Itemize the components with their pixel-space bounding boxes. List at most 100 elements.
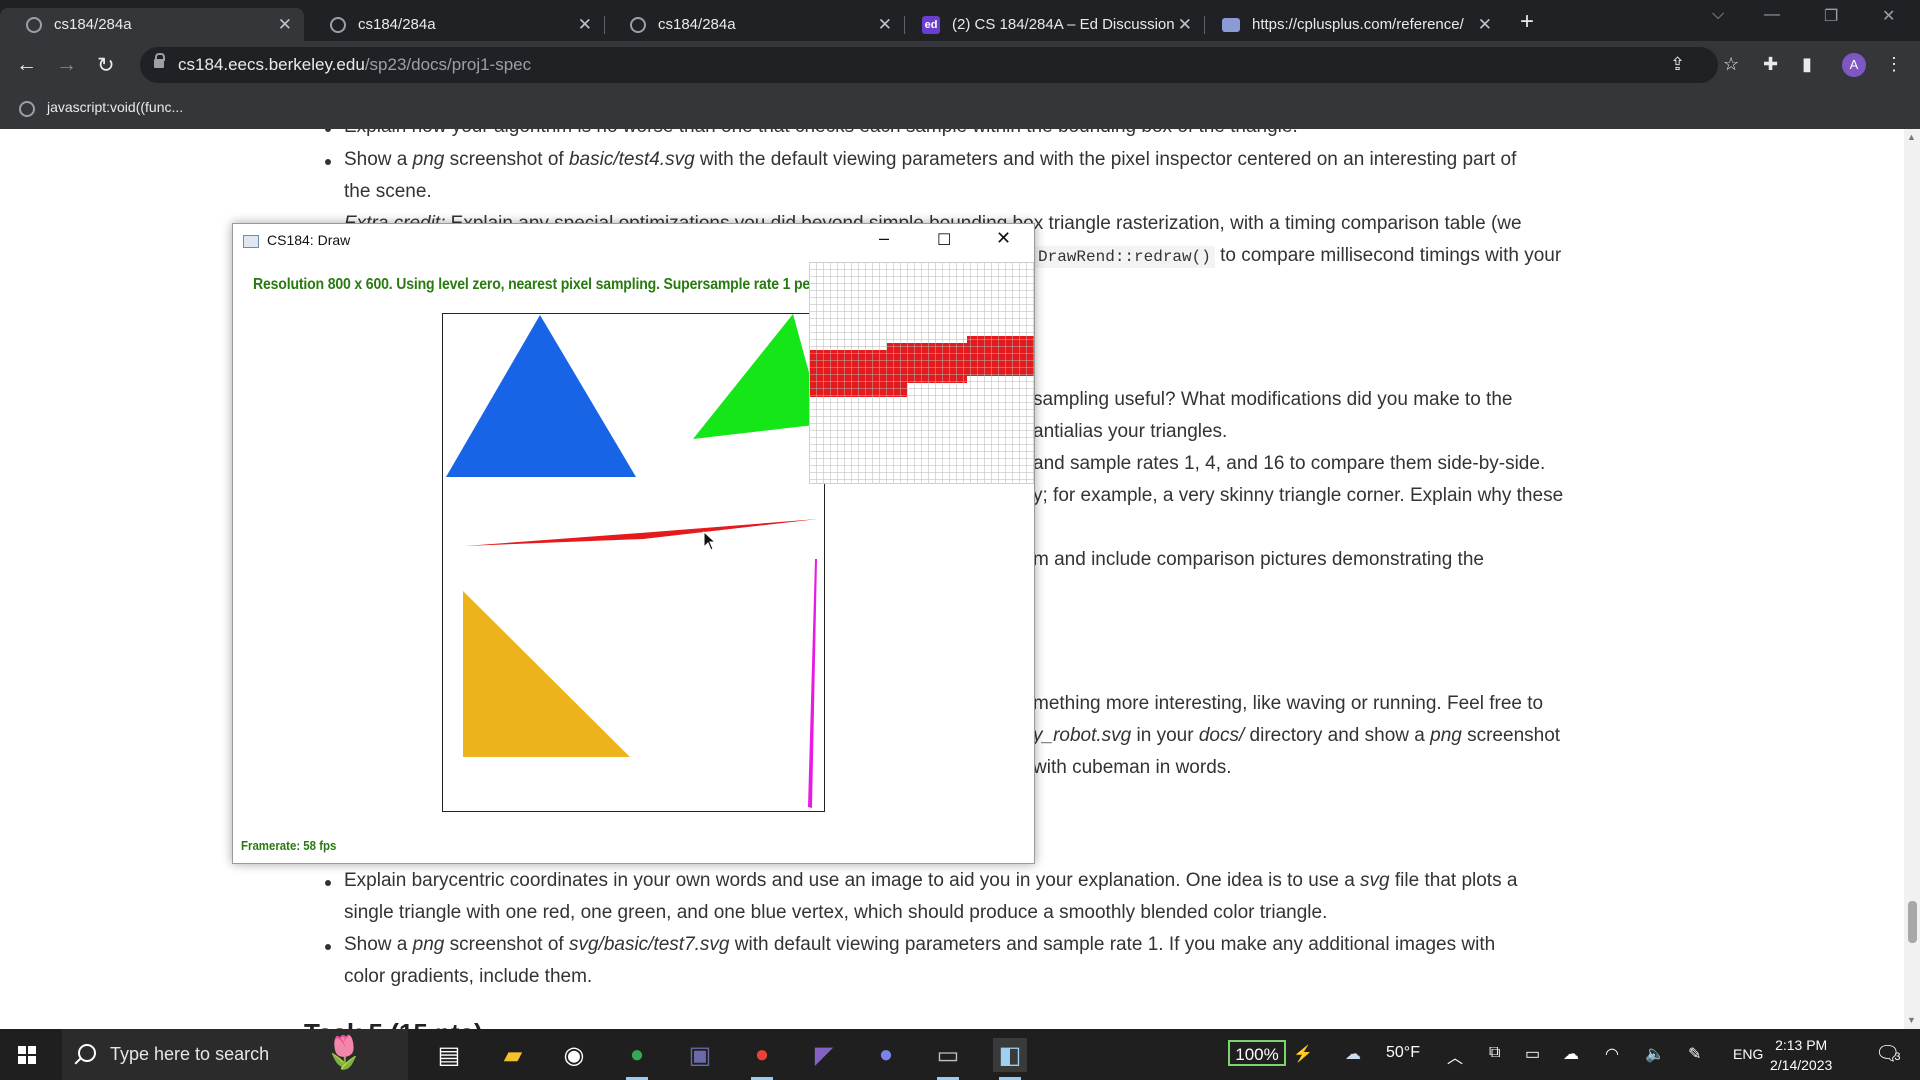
close-window-icon[interactable]: ✕ <box>1882 6 1895 26</box>
tab-label: https://cplusplus.com/reference/ <box>1252 16 1464 33</box>
text-line: sampling useful? What modifications did … <box>1033 389 1513 410</box>
address-bar[interactable]: cs184.eecs.berkeley.edu/sp23/docs/proj1-… <box>140 47 1739 83</box>
text: screenshot of <box>444 934 569 955</box>
text-line: with cubeman in words. <box>1033 757 1232 778</box>
bullet <box>325 159 331 165</box>
tab-search-icon[interactable]: ⌵ <box>1712 6 1724 24</box>
close-icon[interactable]: ✕ <box>1178 15 1192 35</box>
text: with the default viewing parameters and … <box>694 149 1517 170</box>
avatar[interactable]: A <box>1842 53 1866 77</box>
side-panel-icon[interactable]: ▮ <box>1802 54 1812 75</box>
terminal-icon[interactable]: ▭ <box>931 1038 965 1080</box>
framerate-label: Framerate: 58 fps <box>241 838 337 853</box>
bullet <box>325 944 331 950</box>
tab-1[interactable]: cs184/284a ✕ <box>0 8 304 41</box>
weather-temp[interactable]: 50°F <box>1386 1044 1420 1062</box>
tab-bar: cs184/284a ✕ cs184/284a ✕ cs184/284a ✕ e… <box>0 0 1920 41</box>
text: screenshot <box>1461 725 1561 746</box>
tab-5[interactable]: https://cplusplus.com/reference/ ✕ <box>1204 8 1504 41</box>
text-line: y_robot.svg in your docs/ directory and … <box>1033 725 1560 747</box>
restore-icon[interactable]: ❐ <box>1824 6 1838 26</box>
windows-start-icon[interactable] <box>18 1046 37 1065</box>
draw-window-titlebar[interactable]: CS184: Draw – ☐ ✕ <box>233 224 1034 256</box>
tab-4[interactable]: ed (2) CS 184/284A – Ed Discussion ✕ <box>904 8 1204 41</box>
steam-icon[interactable]: ◉ <box>557 1038 591 1072</box>
mouse-cursor-icon <box>703 531 717 551</box>
rendered-scene <box>446 314 823 808</box>
volume-icon[interactable]: 🔈 <box>1645 1044 1665 1064</box>
text-line: single triangle with one red, one green,… <box>344 902 1328 923</box>
chrome-profile-icon[interactable]: ● <box>745 1038 779 1080</box>
tab-label: cs184/284a <box>54 16 132 33</box>
text-line: antialias your triangles. <box>1033 421 1228 442</box>
share-icon[interactable]: ⇪ <box>1670 54 1685 75</box>
reload-icon[interactable]: ↻ <box>97 53 115 78</box>
close-icon[interactable]: ✕ <box>996 228 1011 249</box>
scroll-thumb[interactable] <box>1908 901 1917 943</box>
notifications-icon[interactable]: 🗨3 <box>1875 1041 1901 1066</box>
file-name: svg/basic/test7.svg <box>568 934 730 955</box>
text-italic: png <box>1430 725 1462 746</box>
plug-icon: ⚡ <box>1293 1046 1313 1063</box>
close-icon[interactable]: ✕ <box>578 15 592 35</box>
maximize-icon[interactable]: ☐ <box>937 230 951 250</box>
draw-app-icon[interactable]: ◧ <box>993 1038 1027 1080</box>
green-triangle <box>693 314 823 439</box>
visual-studio-icon[interactable]: ◤ <box>807 1038 841 1072</box>
pen-icon[interactable]: ✎ <box>1688 1044 1701 1064</box>
draw-window[interactable]: CS184: Draw – ☐ ✕ Resolution 800 x 600. … <box>232 223 1035 864</box>
menu-icon[interactable]: ⋮ <box>1885 54 1903 75</box>
battery-indicator[interactable]: 100% <box>1228 1040 1286 1066</box>
text-italic: png <box>412 149 445 170</box>
taskbar-search-input[interactable]: Type here to search 🌷 <box>62 1029 408 1080</box>
text: directory and show a <box>1244 725 1431 746</box>
chrome-icon[interactable]: ● <box>620 1038 654 1080</box>
clock-time: 2:13 PM <box>1775 1037 1828 1053</box>
bookmark-item[interactable]: javascript:void((func... <box>47 99 183 115</box>
app-icon <box>243 235 259 248</box>
tab-2[interactable]: cs184/284a ✕ <box>304 8 604 41</box>
window-title: CS184: Draw <box>267 232 351 248</box>
tab-3[interactable]: cs184/284a ✕ <box>604 8 904 41</box>
wifi-icon[interactable]: ◠ <box>1605 1044 1619 1064</box>
text: screenshot of <box>444 149 569 170</box>
page-scrollbar[interactable]: ▲ ▼ <box>1904 129 1920 1029</box>
render-canvas[interactable] <box>442 313 825 812</box>
new-tab-button[interactable]: + <box>1520 8 1534 36</box>
forward-icon[interactable]: → <box>56 53 77 77</box>
scroll-down-icon[interactable]: ▼ <box>1907 1015 1916 1025</box>
text: Show a <box>344 149 413 170</box>
text-line: Explain barycentric coordinates in your … <box>344 870 1517 892</box>
clock[interactable]: 2:13 PM 2/14/2023 <box>1770 1035 1832 1075</box>
minimize-icon[interactable]: – <box>879 228 889 249</box>
notification-count: 3 <box>1894 1051 1901 1063</box>
minimize-icon[interactable]: — <box>1764 6 1780 24</box>
text-line: color gradients, include them. <box>344 966 593 987</box>
battery-icon[interactable]: ▭ <box>1525 1044 1540 1064</box>
app-icon[interactable]: ▣ <box>683 1038 717 1072</box>
file-explorer-icon[interactable]: ▰ <box>496 1038 530 1072</box>
language-indicator[interactable]: ENG <box>1733 1046 1763 1062</box>
close-icon[interactable]: ✕ <box>1478 15 1492 35</box>
discord-icon[interactable]: ● <box>869 1038 903 1072</box>
device-icon[interactable]: ⧉ <box>1489 1044 1500 1062</box>
scroll-up-icon[interactable]: ▲ <box>1907 132 1916 142</box>
back-icon[interactable]: ← <box>16 53 37 77</box>
text: in your <box>1131 725 1199 746</box>
browser-toolbar: ← → ↻ cs184.eecs.berkeley.edu/sp23/docs/… <box>0 41 1920 89</box>
yellow-triangle <box>463 591 630 757</box>
file-name: y_robot.svg <box>1033 725 1132 746</box>
extensions-icon[interactable]: ✚ <box>1763 54 1778 75</box>
weather-icon[interactable]: ☁ <box>1345 1044 1361 1064</box>
bullet <box>325 880 331 886</box>
star-icon[interactable]: ☆ <box>1723 54 1739 75</box>
text: with default viewing parameters and samp… <box>729 934 1496 955</box>
close-icon[interactable]: ✕ <box>278 15 292 35</box>
url-text[interactable]: cs184.eecs.berkeley.edu/sp23/docs/proj1-… <box>178 55 531 75</box>
status-text: Resolution 800 x 600. Using level zero, … <box>253 276 855 293</box>
cloud-sync-icon[interactable]: ☁ <box>1563 1044 1579 1064</box>
chevron-up-icon[interactable]: ︿ <box>1447 1044 1463 1068</box>
close-icon[interactable]: ✕ <box>878 15 892 35</box>
text-line: m and include comparison pictures demons… <box>1033 549 1484 570</box>
task-view-icon[interactable]: ▤ <box>432 1038 466 1072</box>
